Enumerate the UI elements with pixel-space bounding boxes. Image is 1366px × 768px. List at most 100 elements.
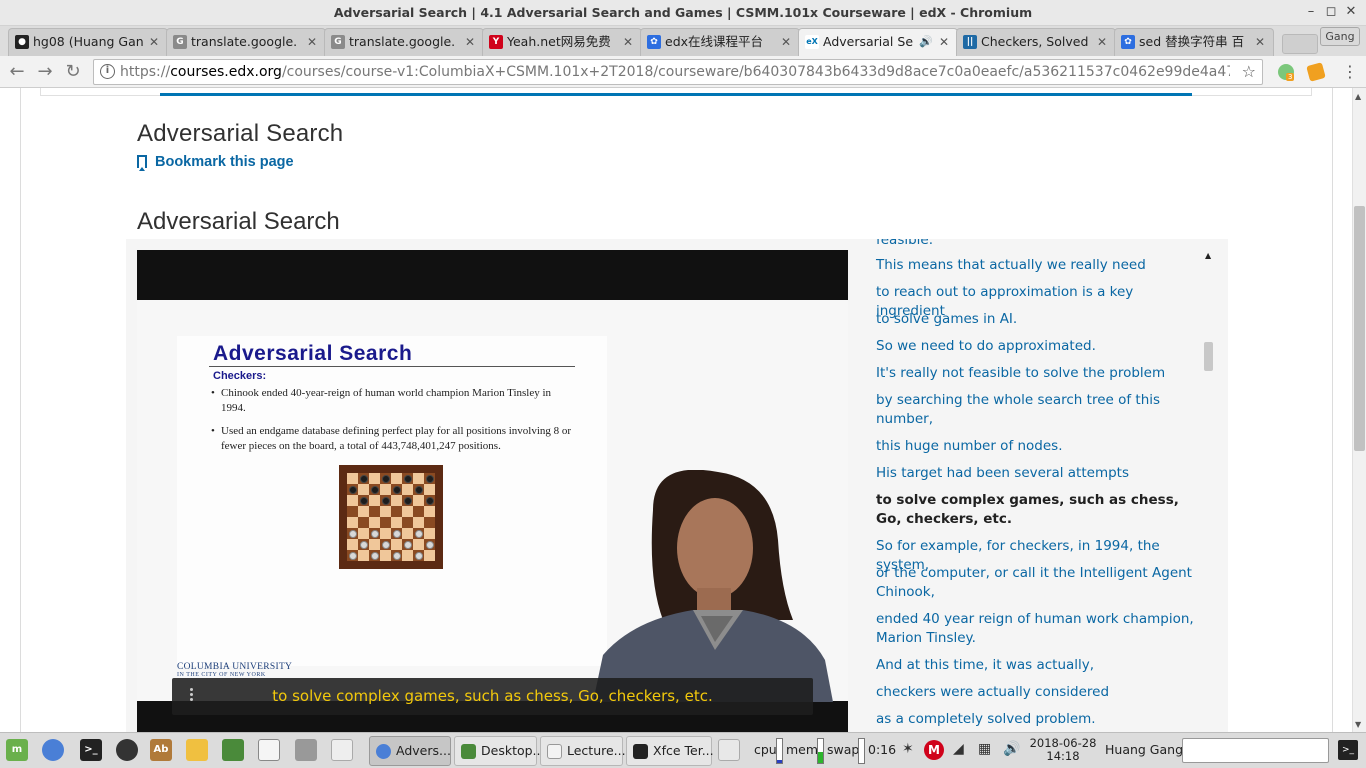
back-button[interactable]: ← bbox=[6, 61, 28, 83]
desktop-launcher-icon[interactable] bbox=[222, 739, 244, 761]
transcript-line[interactable]: checkers were actually considered bbox=[876, 683, 1206, 702]
task-lecture[interactable]: Lecture... bbox=[540, 736, 626, 766]
closed-caption[interactable]: to solve complex games, such as chess, G… bbox=[172, 678, 813, 715]
close-icon[interactable]: ✕ bbox=[1097, 35, 1107, 49]
video-player[interactable]: Adversarial Search Checkers: Chinook end… bbox=[137, 250, 848, 732]
slide-bullet: Chinook ended 40-year-reign of human wor… bbox=[211, 386, 573, 416]
new-tab-button[interactable] bbox=[1282, 34, 1318, 54]
close-icon[interactable]: ✕ bbox=[623, 35, 633, 49]
scroll-down-icon[interactable]: ▼ bbox=[1355, 720, 1361, 729]
tab-label: Adversarial Se bbox=[823, 34, 914, 49]
reload-button[interactable]: ↻ bbox=[62, 61, 84, 83]
slide-bullet: Used an endgame database defining perfec… bbox=[211, 424, 573, 454]
tab-adversarial-search[interactable]: eX Adversarial Se 🔊 ✕ bbox=[798, 28, 958, 56]
task-terminal[interactable]: Xfce Ter... bbox=[626, 736, 714, 766]
scroll-up-icon[interactable]: ▲ bbox=[1355, 92, 1361, 101]
tab-github[interactable]: ● hg08 (Huang Gan ✕ bbox=[8, 28, 168, 56]
document-icon[interactable] bbox=[258, 739, 280, 761]
bluetooth-icon[interactable]: ✶ bbox=[902, 741, 914, 757]
formula-icon[interactable] bbox=[331, 739, 353, 761]
transcript-line-current[interactable]: to solve complex games, such as chess, G… bbox=[876, 491, 1206, 529]
close-icon[interactable]: ✕ bbox=[939, 35, 949, 49]
tab-edx-baidu[interactable]: ✿ edx在线课程平台 ✕ bbox=[640, 28, 800, 56]
transcript-scroll-thumb[interactable] bbox=[1204, 342, 1213, 371]
close-icon[interactable]: ✕ bbox=[781, 35, 791, 49]
network-signal-icon[interactable]: ◢ bbox=[953, 741, 964, 757]
profile-button[interactable]: Gang bbox=[1320, 27, 1360, 46]
swap-label: swap bbox=[827, 742, 860, 757]
clock[interactable]: 2018-06-28 14:18 bbox=[1028, 737, 1098, 763]
checkerboard-image bbox=[339, 465, 443, 569]
bookmark-link[interactable]: Bookmark this page bbox=[137, 154, 294, 171]
window-title: Adversarial Search | 4.1 Adversarial Sea… bbox=[333, 5, 1033, 20]
user-name[interactable]: Huang Gang bbox=[1105, 742, 1183, 757]
bookmark-star-icon[interactable]: ☆ bbox=[1242, 62, 1256, 81]
baidu-paw-icon: ✿ bbox=[1121, 35, 1135, 49]
disk-icon[interactable] bbox=[295, 739, 317, 761]
keyboard-icon[interactable] bbox=[718, 739, 740, 761]
close-window-button[interactable]: ✕ bbox=[1342, 3, 1360, 21]
speaker-icon[interactable]: 🔊 bbox=[919, 35, 933, 48]
transcript-line[interactable]: And at this time, it was actually, bbox=[876, 656, 1206, 675]
google-translate-icon: G bbox=[173, 35, 187, 49]
transcript-line[interactable]: feasible. bbox=[876, 239, 1206, 250]
address-bar[interactable]: i https://courses.edx.org/courses/course… bbox=[93, 59, 1263, 85]
volume-icon[interactable]: 🔊 bbox=[1003, 741, 1020, 757]
run-command-input[interactable] bbox=[1182, 738, 1329, 763]
dictionary-icon[interactable]: Ab bbox=[150, 739, 172, 761]
transcript-line[interactable]: It's really not feasible to solve the pr… bbox=[876, 364, 1206, 383]
tab-checkers-solved[interactable]: || Checkers, Solved ✕ bbox=[956, 28, 1116, 56]
transcript-line[interactable]: to solve games in AI. bbox=[876, 310, 1206, 329]
transcript-line[interactable]: or the computer, or call it the Intellig… bbox=[876, 564, 1206, 602]
close-icon[interactable]: ✕ bbox=[149, 35, 159, 49]
close-icon[interactable]: ✕ bbox=[465, 35, 475, 49]
tab-sed[interactable]: ✿ sed 替换字符串 百 ✕ bbox=[1114, 28, 1274, 56]
transcript-line[interactable]: ended 40 year reign of human work champi… bbox=[876, 610, 1206, 648]
mega-icon[interactable]: M bbox=[924, 740, 944, 760]
chromium-icon bbox=[376, 744, 391, 759]
desktop-icon bbox=[461, 744, 476, 759]
transcript-line[interactable]: as a completely solved problem. bbox=[876, 710, 1206, 729]
keyboard-layout-icon[interactable]: ▦ bbox=[978, 741, 991, 757]
scroll-up-icon[interactable]: ▲ bbox=[1205, 251, 1211, 260]
browser-menu-button[interactable]: ⋮ bbox=[1342, 62, 1358, 81]
tab-strip: ● hg08 (Huang Gan ✕ G translate.google. … bbox=[0, 26, 1366, 56]
terminal-launcher-icon[interactable]: >_ bbox=[80, 739, 102, 761]
unit-title: Adversarial Search bbox=[137, 120, 344, 147]
tab-translate-2[interactable]: G translate.google. ✕ bbox=[324, 28, 484, 56]
page-scroll-thumb[interactable] bbox=[1354, 206, 1365, 451]
mem-meter bbox=[817, 738, 824, 764]
extension-tag-icon[interactable] bbox=[1306, 62, 1326, 82]
media-player-icon[interactable] bbox=[116, 739, 138, 761]
transcript-line[interactable]: So we need to do approximated. bbox=[876, 337, 1206, 356]
transcript-line[interactable]: by searching the whole search tree of th… bbox=[876, 391, 1206, 429]
transcript-line[interactable]: This means that actually we really need bbox=[876, 256, 1206, 275]
info-icon[interactable]: i bbox=[100, 64, 115, 79]
video-frame[interactable]: Adversarial Search Checkers: Chinook end… bbox=[137, 300, 848, 715]
minimize-button[interactable]: – bbox=[1302, 3, 1320, 21]
close-icon[interactable]: ✕ bbox=[307, 35, 317, 49]
notes-icon[interactable] bbox=[186, 739, 208, 761]
task-desktop[interactable]: Desktop... bbox=[454, 736, 544, 766]
cpu-meter bbox=[776, 738, 783, 764]
slide-title: Adversarial Search bbox=[213, 342, 413, 365]
extension-icon[interactable]: 3 bbox=[1278, 64, 1295, 81]
close-icon[interactable]: ✕ bbox=[1255, 35, 1265, 49]
maximize-button[interactable]: ◻ bbox=[1322, 3, 1340, 21]
transcript-line[interactable]: this huge number of nodes. bbox=[876, 437, 1206, 456]
transcript-line[interactable]: His target had been several attempts bbox=[876, 464, 1206, 483]
tab-label: translate.google. bbox=[349, 34, 456, 49]
transcript-scrollbar[interactable]: ▲ bbox=[1203, 239, 1215, 732]
chromium-launcher-icon[interactable] bbox=[42, 739, 64, 761]
transcript-panel[interactable]: feasible. This means that actually we rea… bbox=[863, 239, 1218, 732]
mint-menu-icon[interactable]: m bbox=[6, 739, 28, 761]
page-scrollbar[interactable]: ▲ ▼ bbox=[1352, 88, 1366, 732]
url-text[interactable]: https://courses.edx.org/courses/course-v… bbox=[120, 64, 1230, 80]
forward-button[interactable]: → bbox=[34, 61, 56, 83]
tab-translate-1[interactable]: G translate.google. ✕ bbox=[166, 28, 326, 56]
task-chromium[interactable]: Advers... bbox=[369, 736, 451, 766]
mem-label: mem bbox=[786, 742, 819, 757]
tab-yeah-net[interactable]: Y Yeah.net网易免费 ✕ bbox=[482, 28, 642, 56]
terminal-icon[interactable]: >_ bbox=[1338, 740, 1358, 760]
tab-label: sed 替换字符串 百 bbox=[1139, 34, 1245, 49]
